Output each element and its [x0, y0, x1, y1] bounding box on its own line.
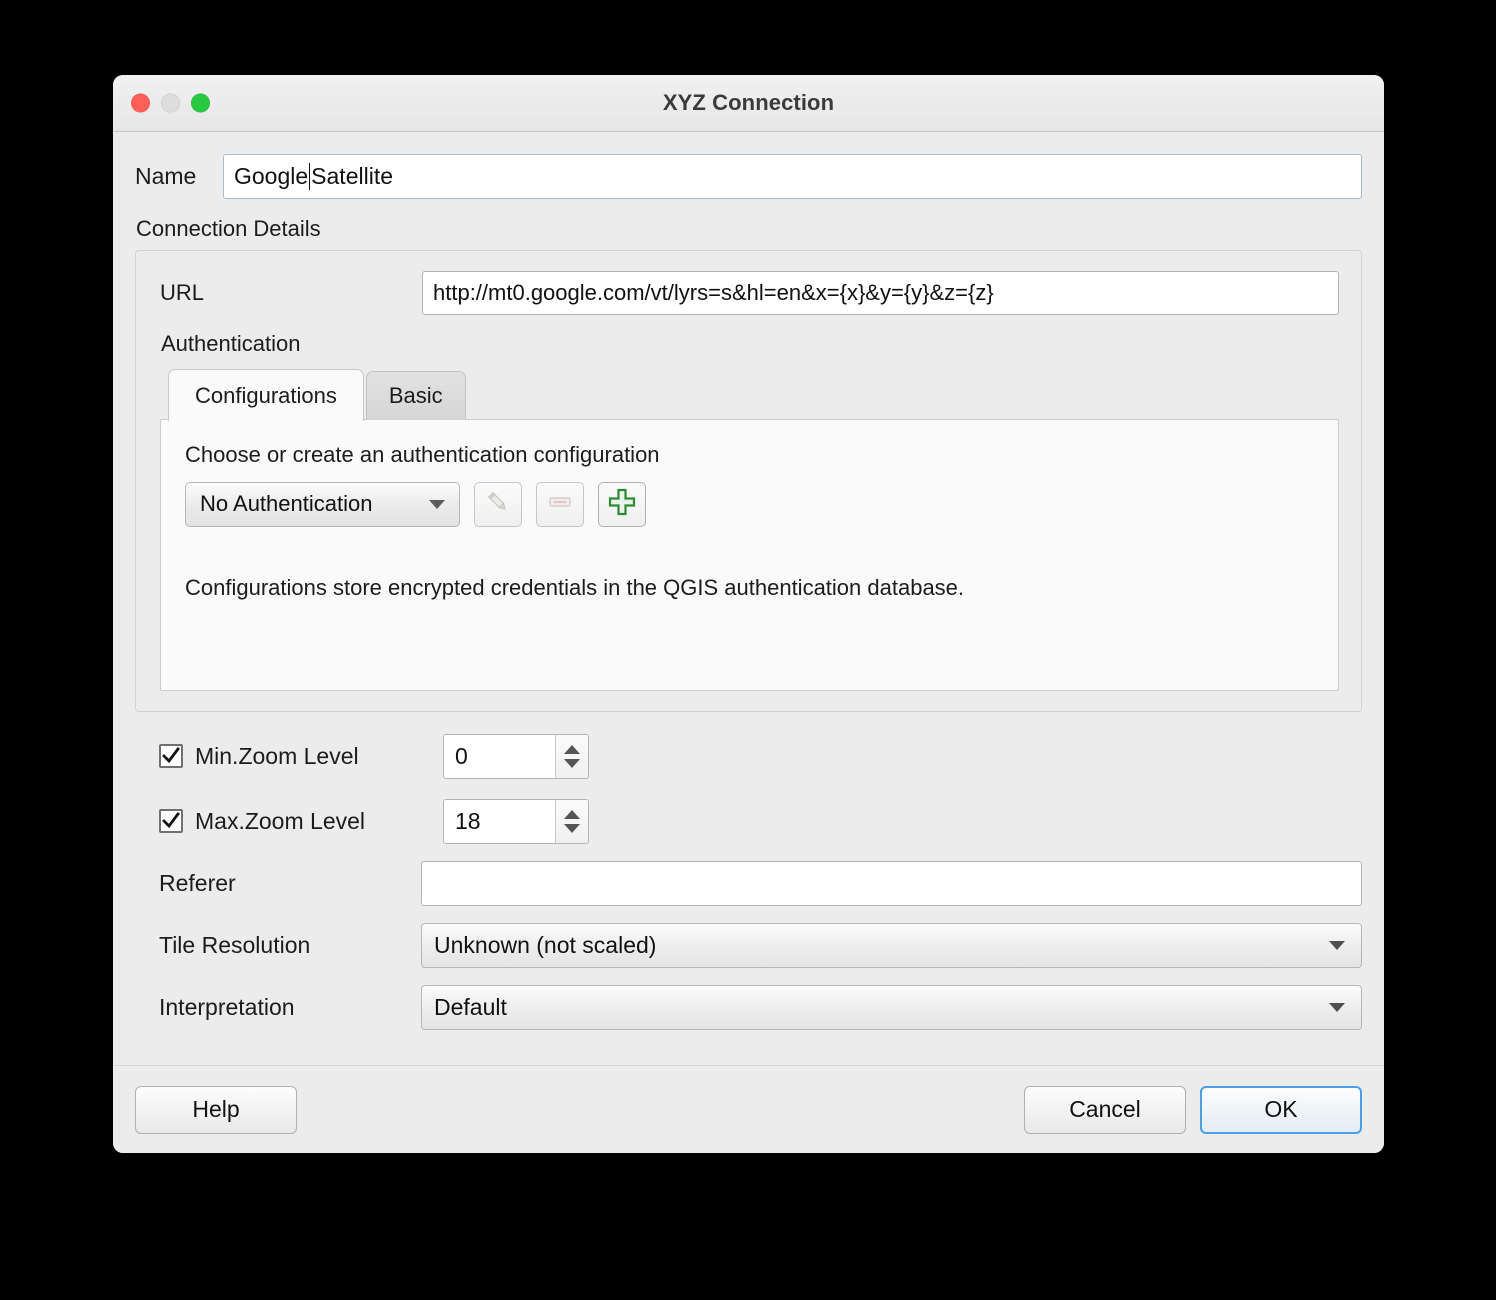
- min-zoom-stepper[interactable]: [555, 734, 588, 778]
- interpretation-select[interactable]: Default: [421, 984, 1362, 1030]
- tab-panel-configurations: Choose or create an authentication confi…: [160, 418, 1339, 691]
- minus-icon: [547, 489, 573, 520]
- auth-config-note: Configurations store encrypted credentia…: [185, 574, 965, 600]
- authentication-tab-widget: Configurations Basic Choose or create an…: [160, 368, 1339, 691]
- xyz-connection-dialog: XYZ Connection Name Google Satellite Con…: [113, 75, 1384, 1153]
- url-value: http://mt0.google.com/vt/lyrs=s&hl=en&x=…: [433, 280, 994, 305]
- url-label: URL: [160, 280, 205, 305]
- dialog-footer: Help Cancel OK: [113, 1065, 1384, 1153]
- tile-resolution-select[interactable]: Unknown (not scaled): [421, 922, 1362, 968]
- authentication-label: Authentication: [161, 331, 301, 356]
- url-input[interactable]: http://mt0.google.com/vt/lyrs=s&hl=en&x=…: [422, 271, 1339, 315]
- max-zoom-stepper[interactable]: [555, 799, 588, 843]
- interpretation-value: Default: [434, 993, 507, 1020]
- dialog-body: Name Google Satellite Connection Details…: [113, 132, 1384, 1092]
- stepper-up-icon[interactable]: [564, 744, 580, 754]
- tile-resolution-row: Tile Resolution Unknown (not scaled): [135, 922, 1362, 968]
- ok-button[interactable]: OK: [1200, 1085, 1362, 1134]
- chevron-down-icon: [429, 499, 445, 509]
- plus-icon: [608, 488, 636, 521]
- referer-input[interactable]: [421, 860, 1362, 906]
- stepper-down-icon[interactable]: [564, 758, 580, 768]
- min-zoom-value: 0: [455, 742, 468, 769]
- url-row: URL http://mt0.google.com/vt/lyrs=s&hl=e…: [160, 271, 1339, 315]
- max-zoom-spinbox[interactable]: 18: [443, 798, 589, 844]
- max-zoom-label: Max.Zoom Level: [195, 807, 366, 834]
- text-caret: [309, 163, 311, 190]
- name-label: Name: [135, 163, 197, 189]
- window-title: XYZ Connection: [662, 90, 835, 115]
- help-button[interactable]: Help: [135, 1085, 297, 1134]
- stepper-up-icon[interactable]: [564, 809, 580, 819]
- remove-config-button[interactable]: [536, 481, 584, 527]
- cancel-button[interactable]: Cancel: [1024, 1085, 1186, 1134]
- tile-resolution-label: Tile Resolution: [159, 931, 311, 958]
- min-zoom-row: Min.Zoom Level 0: [135, 733, 1362, 779]
- name-value-before-caret: Google: [234, 163, 309, 189]
- auth-config-select[interactable]: No Authentication: [185, 481, 460, 527]
- name-row: Name Google Satellite: [135, 132, 1362, 199]
- referer-row: Referer: [135, 860, 1362, 906]
- chevron-down-icon: [1329, 1002, 1345, 1012]
- interpretation-row: Interpretation Default: [135, 984, 1362, 1030]
- add-config-button[interactable]: [598, 481, 646, 527]
- pencil-icon: [485, 489, 511, 520]
- edit-config-button[interactable]: [474, 481, 522, 527]
- min-zoom-label: Min.Zoom Level: [195, 742, 359, 769]
- connection-details-label: Connection Details: [136, 216, 321, 241]
- referer-label: Referer: [159, 869, 236, 896]
- interpretation-label: Interpretation: [159, 993, 295, 1020]
- auth-config-hint: Choose or create an authentication confi…: [185, 441, 660, 467]
- min-zoom-spinbox[interactable]: 0: [443, 733, 589, 779]
- stepper-down-icon[interactable]: [564, 823, 580, 833]
- title-bar: XYZ Connection: [113, 75, 1384, 132]
- tab-bar: Configurations Basic: [160, 368, 1339, 421]
- tab-configurations[interactable]: Configurations: [168, 369, 364, 421]
- max-zoom-checkbox[interactable]: [159, 809, 183, 833]
- max-zoom-row: Max.Zoom Level 18: [135, 798, 1362, 844]
- name-value-after-caret: Satellite: [311, 163, 393, 189]
- name-input[interactable]: Google Satellite: [223, 154, 1362, 199]
- auth-config-value: No Authentication: [200, 491, 373, 516]
- connection-details-group: URL http://mt0.google.com/vt/lyrs=s&hl=e…: [135, 250, 1362, 712]
- max-zoom-value: 18: [455, 807, 481, 834]
- auth-controls-row: No Authentication: [185, 481, 1314, 527]
- min-zoom-checkbox[interactable]: [159, 744, 183, 768]
- chevron-down-icon: [1329, 940, 1345, 950]
- tile-resolution-value: Unknown (not scaled): [434, 931, 657, 958]
- tab-basic[interactable]: Basic: [365, 371, 466, 420]
